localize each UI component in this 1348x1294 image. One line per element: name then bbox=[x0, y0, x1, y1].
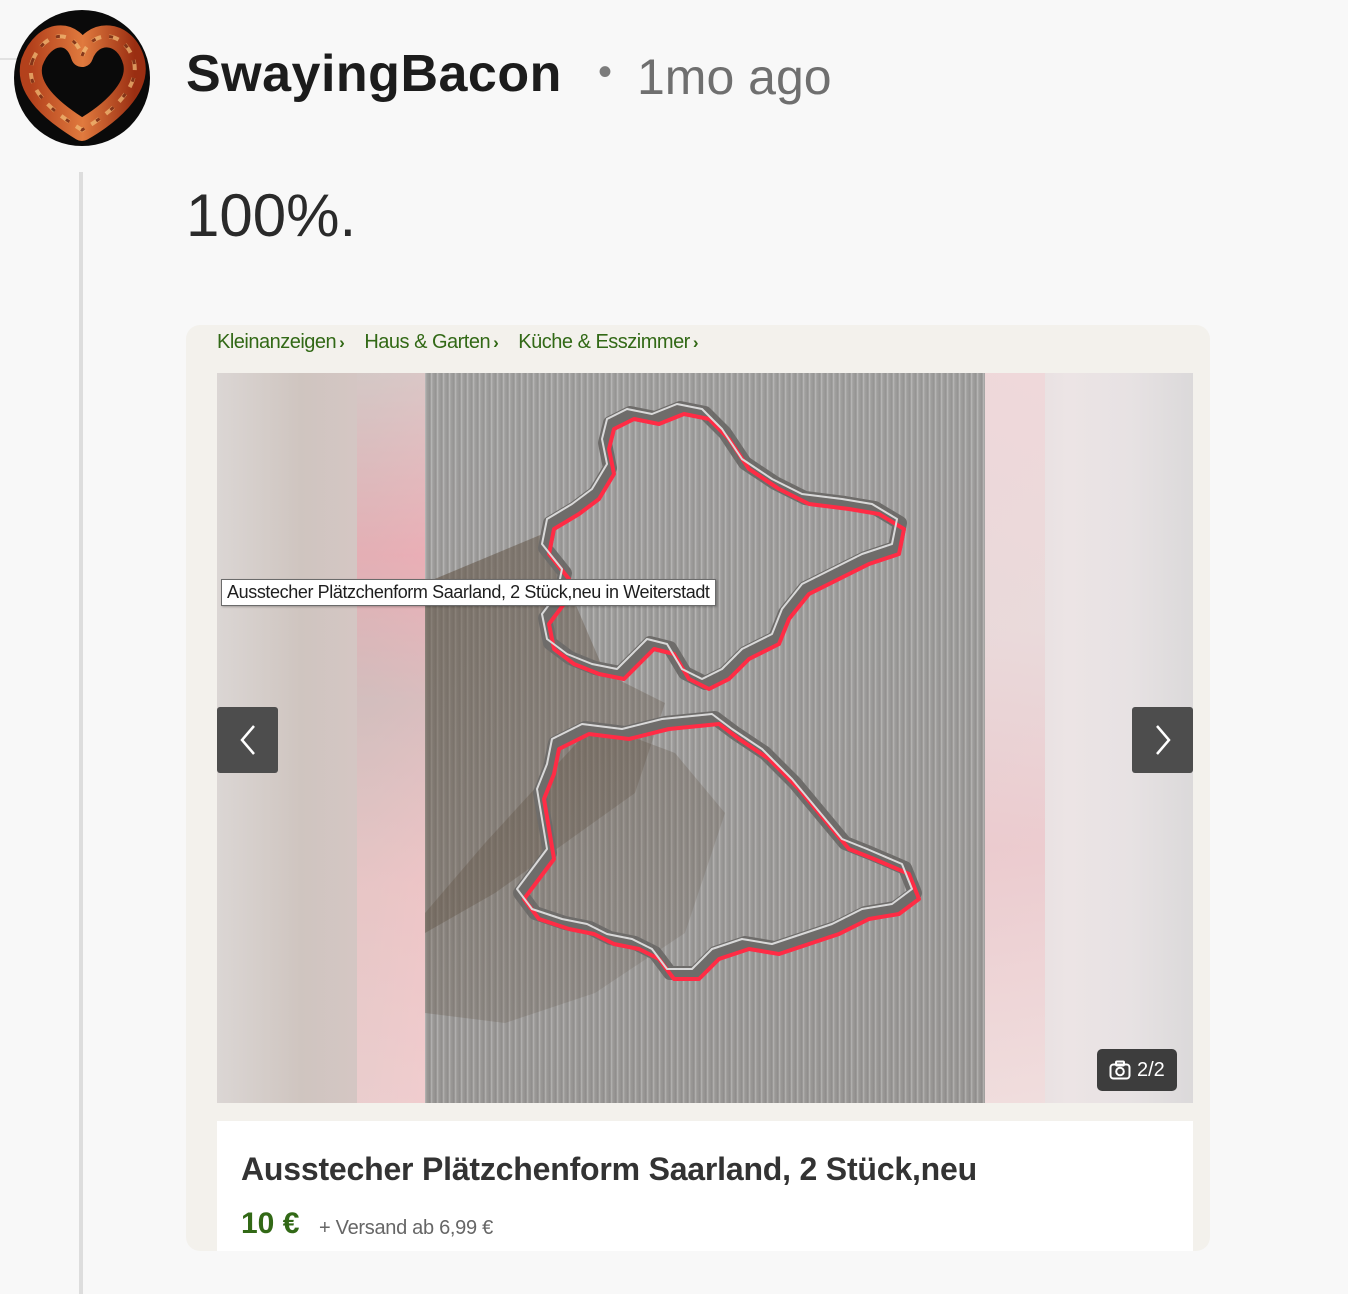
comment-body: 100%. bbox=[186, 182, 357, 249]
breadcrumb-label: Kleinanzeigen bbox=[217, 331, 337, 353]
breadcrumb-item-kueche-esszimmer[interactable]: Küche & Esszimmer › bbox=[518, 331, 698, 354]
image-counter-text: 2/2 bbox=[1137, 1058, 1165, 1081]
image-gallery[interactable]: Ausstecher Plätzchenform Saarland, 2 Stü… bbox=[217, 373, 1193, 1103]
breadcrumb-item-haus-garten[interactable]: Haus & Garten › bbox=[364, 331, 498, 354]
breadcrumb-label: Haus & Garten bbox=[364, 331, 491, 353]
previous-image-button[interactable] bbox=[217, 707, 278, 773]
listing-photo[interactable] bbox=[425, 373, 985, 1103]
chevron-right-icon bbox=[1155, 725, 1171, 755]
meta-separator: • bbox=[598, 50, 613, 94]
image-counter-badge: 2/2 bbox=[1097, 1049, 1177, 1091]
image-tooltip: Ausstecher Plätzchenform Saarland, 2 Stü… bbox=[221, 579, 716, 606]
listing-title: Ausstecher Plätzchenform Saarland, 2 Stü… bbox=[241, 1151, 977, 1187]
cookie-cutter-photo bbox=[425, 401, 922, 1023]
shipping-cost: + Versand ab 6,99 € bbox=[319, 1217, 493, 1239]
timestamp[interactable]: 1mo ago bbox=[637, 52, 832, 102]
thread-line[interactable] bbox=[79, 172, 83, 1294]
listing-info: Ausstecher Plätzchenform Saarland, 2 Stü… bbox=[217, 1121, 1193, 1251]
listing-price: 10 € bbox=[241, 1207, 300, 1240]
breadcrumb-label: Küche & Esszimmer bbox=[518, 331, 690, 353]
user-avatar[interactable] bbox=[14, 10, 150, 146]
chevron-right-small-icon: › bbox=[692, 332, 699, 352]
chevron-left-icon bbox=[239, 725, 255, 755]
embedded-listing-image[interactable]: Kleinanzeigen › Haus & Garten › Küche & … bbox=[186, 325, 1210, 1251]
username[interactable]: SwayingBacon bbox=[186, 48, 562, 100]
camera-icon bbox=[1109, 1060, 1131, 1080]
chevron-right-small-icon: › bbox=[339, 332, 345, 352]
chevron-right-small-icon: › bbox=[493, 332, 499, 352]
bacon-heart-avatar-icon bbox=[19, 25, 146, 141]
breadcrumb: Kleinanzeigen › Haus & Garten › Küche & … bbox=[217, 331, 699, 354]
breadcrumb-item-kleinanzeigen[interactable]: Kleinanzeigen › bbox=[217, 331, 345, 354]
next-image-button[interactable] bbox=[1132, 707, 1193, 773]
